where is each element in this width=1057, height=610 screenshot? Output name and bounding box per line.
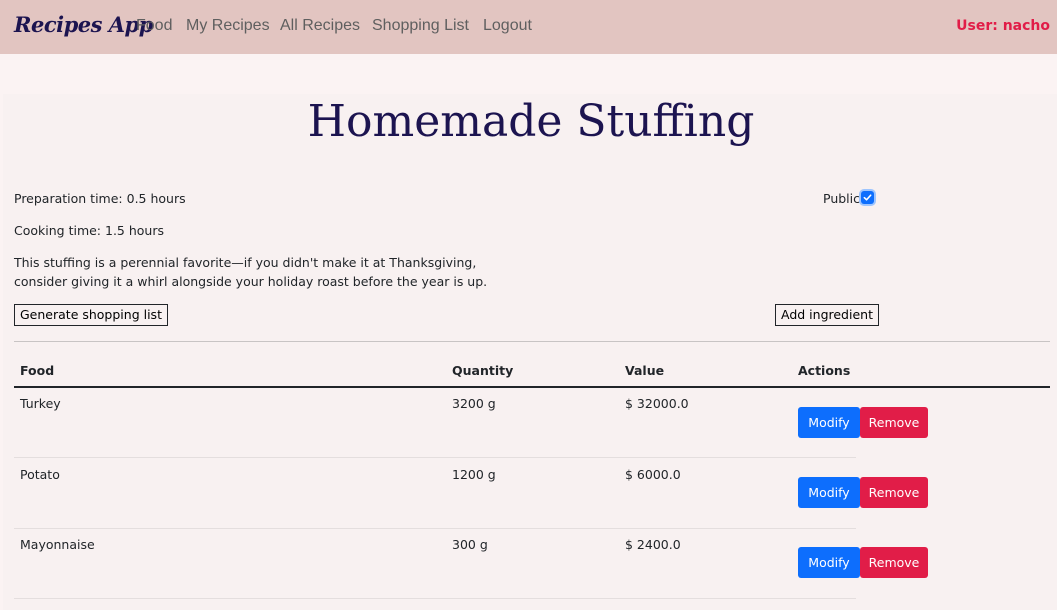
generate-shopping-list-button[interactable]: Generate shopping list [14,304,168,326]
remove-button[interactable]: Remove [860,547,928,578]
nav-link-food[interactable]: Food [136,17,172,35]
quantity-cell: 300 g [452,537,488,552]
food-cell: Potato [20,467,60,482]
user-label: User: nacho [956,18,1050,34]
recipe-title: Homemade Stuffing [307,96,755,147]
column-header-food: Food [20,363,55,378]
food-cell: Mayonnaise [20,537,95,552]
modify-button[interactable]: Modify [798,547,860,578]
column-header-quantity: Quantity [452,363,514,378]
table-header-line [14,386,1050,388]
nav-link-my-recipes[interactable]: My Recipes [186,17,270,35]
value-cell: $ 2400.0 [625,537,681,552]
modify-button[interactable]: Modify [798,407,860,438]
cook-time: Cooking time: 1.5 hours [14,223,164,238]
brand-logo[interactable]: Recipes App [14,12,153,37]
recipe-panel [3,94,1057,610]
remove-button[interactable]: Remove [860,407,928,438]
navbar: Recipes App Food My Recipes All Recipes … [0,0,1057,54]
value-cell: $ 6000.0 [625,467,681,482]
column-header-actions: Actions [798,363,851,378]
public-label: Public [823,191,860,206]
prep-time: Preparation time: 0.5 hours [14,191,186,206]
food-cell: Turkey [20,396,61,411]
remove-button[interactable]: Remove [860,477,928,508]
divider [14,341,1050,342]
row-divider [14,528,856,529]
nav-link-logout[interactable]: Logout [483,17,532,35]
quantity-cell: 3200 g [452,396,496,411]
nav-link-shopping-list[interactable]: Shopping List [372,17,469,35]
public-checkbox[interactable] [861,191,874,204]
check-icon [863,194,872,201]
row-divider [14,457,856,458]
modify-button[interactable]: Modify [798,477,860,508]
row-divider [14,598,856,599]
add-ingredient-button[interactable]: Add ingredient [775,304,879,326]
value-cell: $ 32000.0 [625,396,689,411]
quantity-cell: 1200 g [452,467,496,482]
column-header-value: Value [625,363,665,378]
nav-link-all-recipes[interactable]: All Recipes [280,17,360,35]
recipe-description: This stuffing is a perennial favorite—if… [14,255,488,289]
